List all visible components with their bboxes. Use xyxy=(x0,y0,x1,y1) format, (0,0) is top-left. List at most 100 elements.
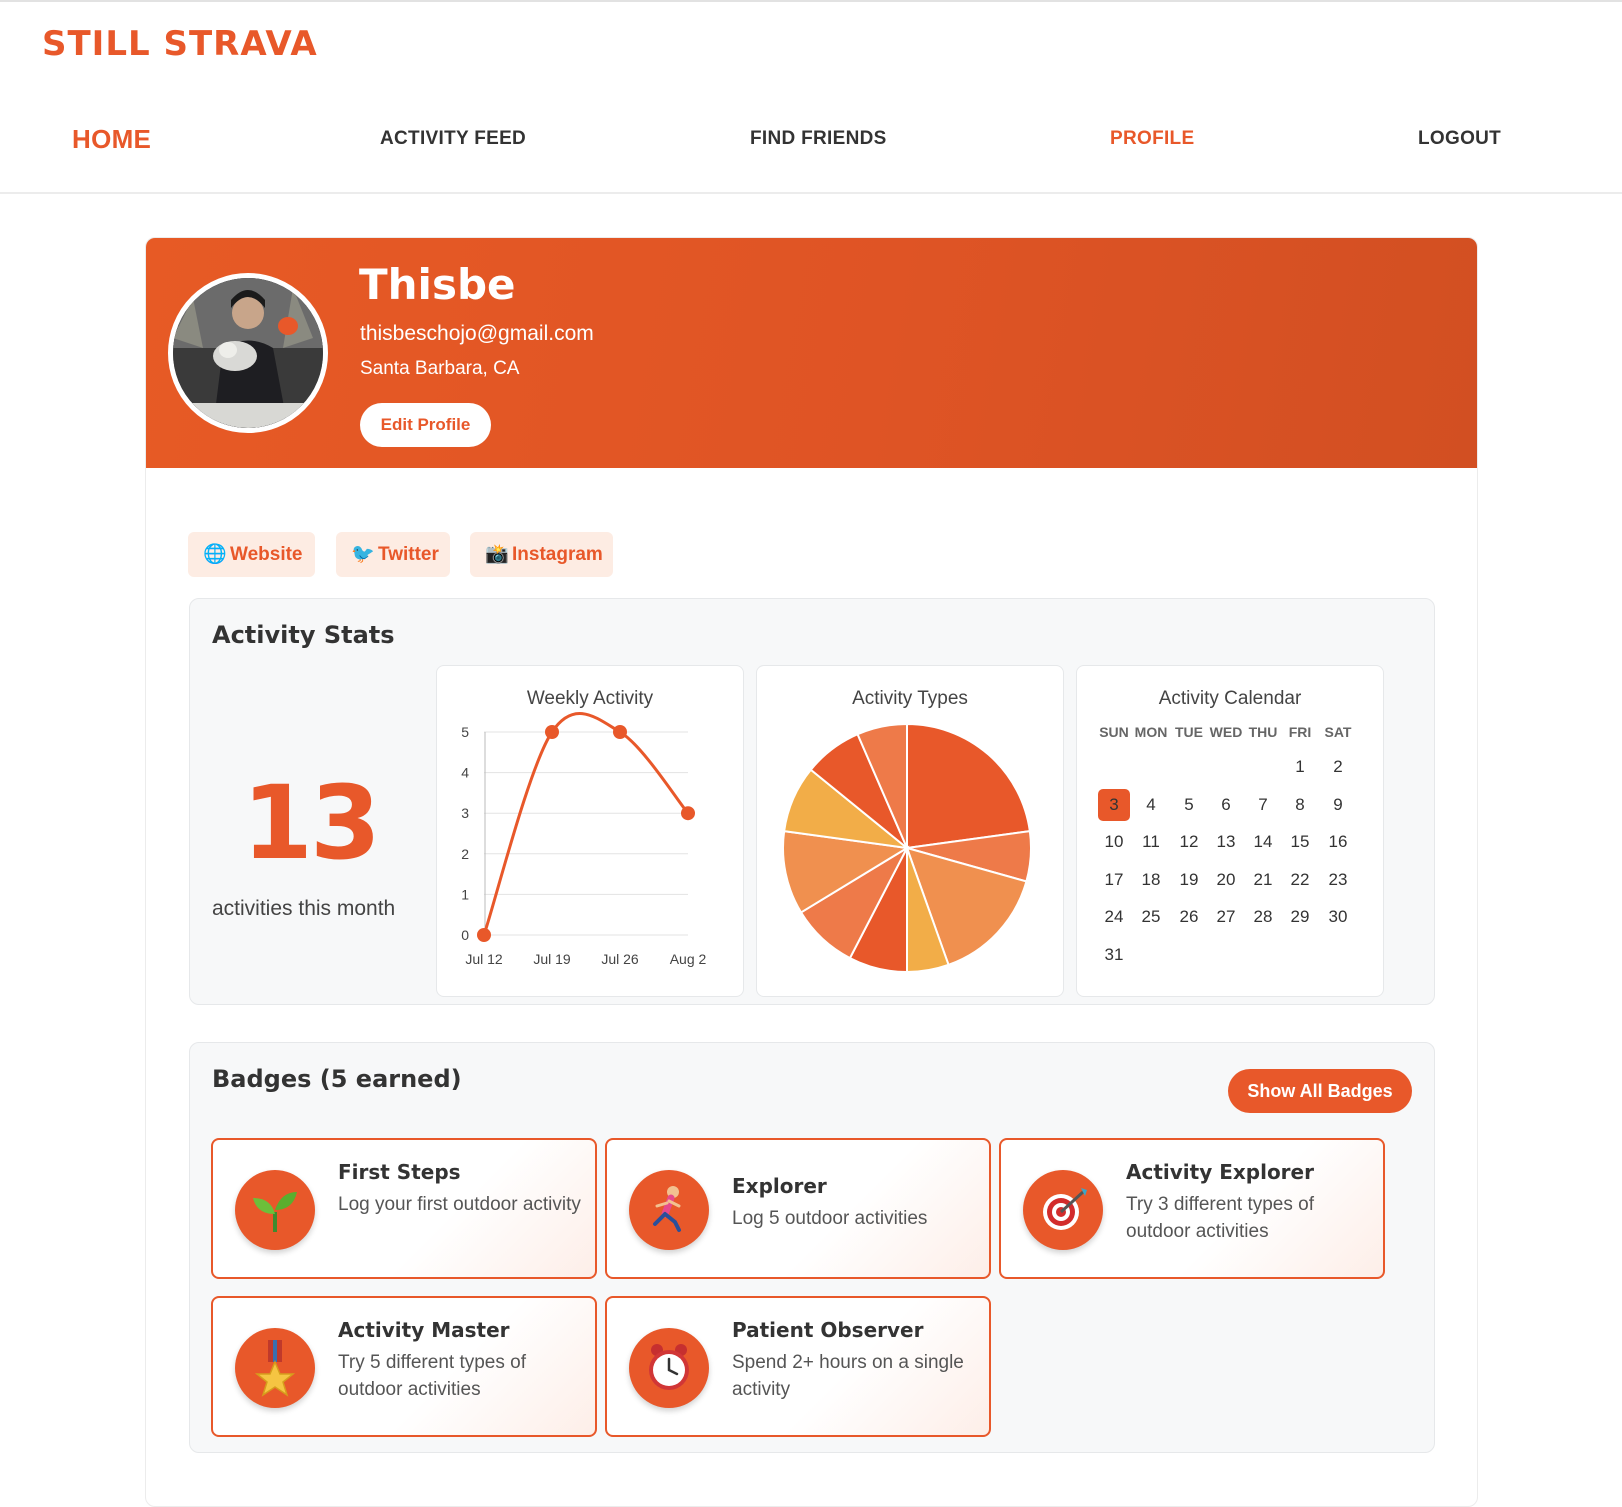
calendar-day[interactable]: 1 xyxy=(1284,751,1316,783)
calendar-day[interactable]: 26 xyxy=(1173,901,1205,933)
badges-panel: Badges (5 earned) Show All Badges First … xyxy=(189,1042,1435,1453)
profile-card: Thisbe thisbeschojo@gmail.com Santa Barb… xyxy=(145,237,1478,1507)
calendar-day[interactable]: 14 xyxy=(1247,826,1279,858)
badge-title: Activity Master xyxy=(338,1318,510,1342)
data-point[interactable] xyxy=(477,928,491,942)
calendar-day[interactable]: 27 xyxy=(1210,901,1242,933)
calendar-day[interactable]: 2 xyxy=(1322,751,1354,783)
calendar-weekday: MON xyxy=(1134,724,1168,740)
medal-icon xyxy=(235,1328,315,1408)
badge-card[interactable]: Activity Master Try 5 different types of… xyxy=(211,1296,597,1437)
calendar-weekday: SAT xyxy=(1324,724,1352,740)
app-logo[interactable]: STILL STRAVA xyxy=(42,24,318,64)
badge-card[interactable]: First Steps Log your first outdoor activ… xyxy=(211,1138,597,1279)
weekly-activity-svg: 0 1 2 3 4 5 Jul 12 Jul 19 Jul 26 Aug 2 xyxy=(461,711,707,967)
instagram-link[interactable]: 📸 Instagram xyxy=(470,532,613,577)
nav-activity-feed[interactable]: ACTIVITY FEED xyxy=(380,128,526,150)
profile-location: Santa Barbara, CA xyxy=(360,358,520,379)
seedling-icon xyxy=(235,1170,315,1250)
calendar-day[interactable]: 21 xyxy=(1247,864,1279,896)
x-tick-label: Jul 12 xyxy=(465,951,503,967)
show-all-badges-button[interactable]: Show All Badges xyxy=(1228,1069,1412,1113)
activity-types-chart: Activity Types xyxy=(756,665,1064,997)
badge-card[interactable]: Explorer Log 5 outdoor activities xyxy=(605,1138,991,1279)
calendar-day[interactable]: 18 xyxy=(1135,864,1167,896)
avatar[interactable] xyxy=(168,273,328,433)
calendar-day[interactable]: 30 xyxy=(1322,901,1354,933)
website-label: Website xyxy=(230,544,303,565)
calendar-day[interactable]: 17 xyxy=(1098,864,1130,896)
globe-icon: 🌐 xyxy=(203,544,227,565)
badges-title: Badges (5 earned) xyxy=(212,1065,462,1093)
activity-count-label: activities this month xyxy=(212,897,396,920)
x-tick-label: Aug 2 xyxy=(670,951,707,967)
calendar-weekday: TUE xyxy=(1175,724,1203,740)
calendar-day[interactable]: 23 xyxy=(1322,864,1354,896)
badge-title: Activity Explorer xyxy=(1126,1160,1314,1184)
target-icon xyxy=(1023,1170,1103,1250)
nav-home[interactable]: HOME xyxy=(72,124,151,155)
calendar-weekday: THU xyxy=(1248,724,1278,740)
calendar-day[interactable]: 25 xyxy=(1135,901,1167,933)
calendar-day[interactable]: 13 xyxy=(1210,826,1242,858)
calendar-day[interactable]: 4 xyxy=(1135,789,1167,821)
activity-calendar-title: Activity Calendar xyxy=(1158,688,1302,709)
activity-calendar: Activity Calendar SUN MON TUE WED THU FRI SAT 1… xyxy=(1076,665,1384,997)
activity-stats-panel: Activity Stats 13 activities this month … xyxy=(189,598,1435,1005)
badge-description: Log 5 outdoor activities xyxy=(732,1208,928,1229)
runner-icon xyxy=(629,1170,709,1250)
activity-count: 13 xyxy=(242,764,381,883)
nav-profile[interactable]: PROFILE xyxy=(1110,128,1194,150)
calendar-day[interactable]: 6 xyxy=(1210,789,1242,821)
calendar-day[interactable]: 9 xyxy=(1322,789,1354,821)
calendar-day[interactable]: 8 xyxy=(1284,789,1316,821)
pie-slice[interactable] xyxy=(906,722,1031,850)
calendar-day[interactable]: 19 xyxy=(1173,864,1205,896)
badge-description: Try 3 different types of outdoor activit… xyxy=(1126,1194,1314,1242)
calendar-day[interactable]: 5 xyxy=(1173,789,1205,821)
website-link[interactable]: 🌐 Website xyxy=(188,532,315,577)
series-line xyxy=(482,711,690,936)
calendar-day[interactable]: 15 xyxy=(1284,826,1316,858)
calendar-day-active[interactable]: 3 xyxy=(1098,788,1130,821)
data-point[interactable] xyxy=(613,725,627,739)
profile-name: Thisbe xyxy=(359,260,516,309)
nav-find-friends[interactable]: FIND FRIENDS xyxy=(750,128,887,150)
twitter-label: Twitter xyxy=(378,544,439,565)
data-point[interactable] xyxy=(545,725,559,739)
edit-profile-button[interactable]: Edit Profile xyxy=(360,403,491,447)
bird-icon: 🐦 xyxy=(351,544,375,565)
y-tick-label: 0 xyxy=(461,927,469,943)
avatar-photo xyxy=(173,278,323,428)
calendar-day[interactable]: 31 xyxy=(1098,939,1130,971)
calendar-day[interactable]: 7 xyxy=(1247,789,1279,821)
y-tick-label: 5 xyxy=(461,724,469,740)
data-point[interactable] xyxy=(681,806,695,821)
x-tick-label: Jul 19 xyxy=(533,951,571,967)
badge-description: Try 5 different types of outdoor activit… xyxy=(338,1352,526,1400)
calendar-day[interactable]: 11 xyxy=(1135,826,1167,858)
twitter-link[interactable]: 🐦 Twitter xyxy=(336,532,450,577)
calendar-day[interactable]: 22 xyxy=(1284,864,1316,896)
profile-email: thisbeschojo@gmail.com xyxy=(360,322,594,345)
y-tick-label: 3 xyxy=(461,805,469,821)
calendar-weekday: FRI xyxy=(1288,724,1312,740)
activity-stats-title: Activity Stats xyxy=(212,621,395,649)
calendar-day[interactable]: 29 xyxy=(1284,901,1316,933)
calendar-day[interactable]: 20 xyxy=(1210,864,1242,896)
badge-card[interactable]: Patient Observer Spend 2+ hours on a sin… xyxy=(605,1296,991,1437)
badge-description: Spend 2+ hours on a single activity xyxy=(732,1352,964,1400)
calendar-day[interactable]: 12 xyxy=(1173,826,1205,858)
calendar-day[interactable]: 24 xyxy=(1098,901,1130,933)
camera-icon: 📸 xyxy=(485,544,509,565)
nav-logout[interactable]: LOGOUT xyxy=(1418,128,1501,150)
badge-card[interactable]: Activity Explorer Try 3 different types … xyxy=(999,1138,1385,1279)
calendar-day[interactable]: 10 xyxy=(1098,826,1130,858)
weekly-activity-chart: Weekly Activity 0 1 2 3 4 5 Jul 12 Jul 19 Jul 26… xyxy=(436,665,744,997)
calendar-weekday: WED xyxy=(1209,724,1243,740)
main-nav: HOME ACTIVITY FEED FIND FRIENDS PROFILE … xyxy=(0,110,1622,194)
instagram-label: Instagram xyxy=(512,544,603,565)
calendar-day[interactable]: 28 xyxy=(1247,901,1279,933)
calendar-day[interactable]: 16 xyxy=(1322,826,1354,858)
badge-title: First Steps xyxy=(338,1160,461,1184)
